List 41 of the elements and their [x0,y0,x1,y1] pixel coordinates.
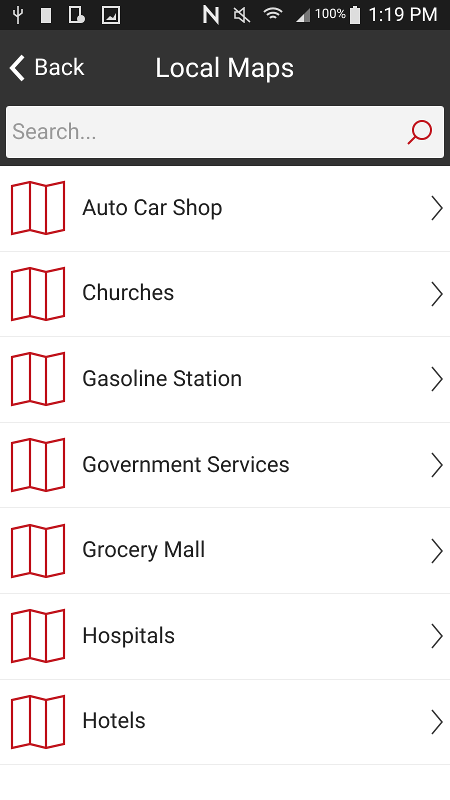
signal-icon [294,7,311,23]
map-icon [10,608,66,664]
search-field[interactable]: Search... [6,106,444,158]
chevron-right-icon [430,194,444,222]
item-label: Hospitals [82,622,176,651]
back-chevron-icon [8,54,26,82]
map-icon [10,351,66,408]
battery-icon [350,6,360,24]
item-label: Grocery Mall [82,537,206,566]
search-icon [406,118,434,146]
page-title: Local Maps [155,50,294,86]
list-item[interactable]: Gasoline Station [0,337,450,423]
list-item[interactable]: Churches [0,252,450,338]
item-label: Government Services [82,452,291,480]
map-icon [10,694,66,750]
list-item[interactable]: Government Services [0,422,450,508]
item-label: Gasoline Station [82,366,244,394]
map-icon [10,522,66,579]
nfc-icon [202,5,221,25]
list-item[interactable]: Hospitals [0,594,450,680]
chevron-right-icon [430,708,444,736]
image-icon [102,6,120,24]
map-icon [10,266,66,322]
chevron-right-icon [430,365,444,394]
back-button[interactable]: Back [0,50,85,86]
chevron-right-icon [430,451,444,480]
list-item[interactable]: Grocery Mall [0,508,450,594]
map-icon [10,180,66,236]
item-label: Auto Car Shop [82,194,224,223]
chevron-right-icon [430,280,444,308]
item-label: Hotels [82,708,147,736]
list-item[interactable]: Hotels [0,680,450,766]
chevron-right-icon [430,536,444,565]
list-item[interactable]: Auto Car Shop [0,166,450,252]
clock-time: 1:19 PM [368,2,438,28]
battery-percent: 100% [314,6,346,24]
item-label: Churches [82,280,176,308]
map-icon [10,437,66,494]
chevron-right-icon [430,622,444,650]
mute-icon [232,7,251,23]
battery-icon [40,6,52,24]
